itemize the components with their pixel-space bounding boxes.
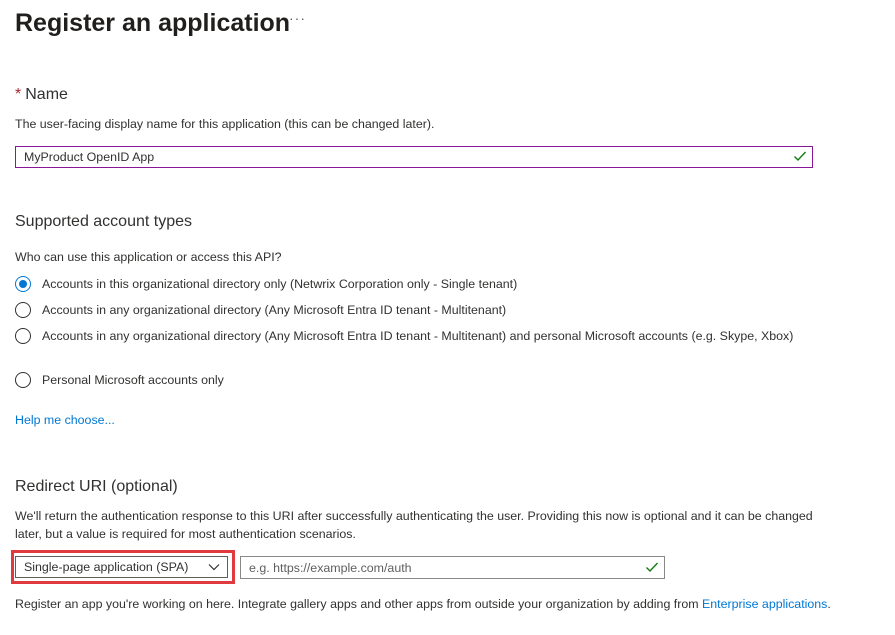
- name-label: Name: [25, 86, 68, 103]
- more-options-icon[interactable]: ···: [289, 10, 306, 26]
- checkmark-icon: [794, 151, 807, 162]
- redirect-uri-description: We'll return the authentication response…: [15, 509, 813, 541]
- footer-text: Register an app you're working on here. …: [15, 595, 831, 613]
- account-type-label: Accounts in any organizational directory…: [42, 303, 507, 317]
- help-me-choose-link[interactable]: Help me choose...: [15, 413, 115, 427]
- footer-description: Register an app you're working on here. …: [15, 597, 703, 611]
- radio-button[interactable]: [15, 302, 31, 318]
- account-type-option-single-tenant[interactable]: Accounts in this organizational director…: [15, 275, 802, 293]
- platform-selected-value: Single-page application (SPA): [24, 560, 189, 574]
- enterprise-applications-link[interactable]: Enterprise applications: [702, 597, 827, 611]
- chevron-down-icon: [208, 564, 220, 571]
- account-type-option-personal[interactable]: Personal Microsoft accounts only: [15, 371, 802, 389]
- account-type-label: Accounts in this organizational director…: [42, 277, 518, 291]
- radio-button[interactable]: [15, 328, 31, 344]
- redirect-uri-title: Redirect URI (optional): [15, 478, 178, 495]
- name-description: The user-facing display name for this ap…: [15, 117, 435, 131]
- page-title: Register an application: [15, 9, 291, 37]
- account-types-question: Who can use this application or access t…: [15, 250, 282, 264]
- checkmark-icon: [646, 562, 659, 573]
- name-field-container: [15, 146, 813, 168]
- name-section-title: * Name: [15, 84, 68, 106]
- account-types-title: Supported account types: [15, 213, 193, 230]
- radio-button[interactable]: [15, 372, 31, 388]
- account-type-option-multitenant[interactable]: Accounts in any organizational directory…: [15, 301, 802, 319]
- radio-button-selected[interactable]: [15, 276, 31, 292]
- redirect-uri-input[interactable]: [241, 557, 647, 578]
- redirect-uri-field-container: [240, 556, 665, 579]
- account-type-option-multitenant-personal[interactable]: Accounts in any organizational directory…: [15, 327, 802, 345]
- required-indicator: *: [15, 86, 22, 103]
- account-type-label: Accounts in any organizational directory…: [42, 329, 794, 343]
- name-input[interactable]: [16, 147, 792, 167]
- account-type-label: Personal Microsoft accounts only: [42, 373, 224, 387]
- footer-period: .: [827, 597, 831, 611]
- platform-dropdown[interactable]: Single-page application (SPA): [15, 556, 228, 578]
